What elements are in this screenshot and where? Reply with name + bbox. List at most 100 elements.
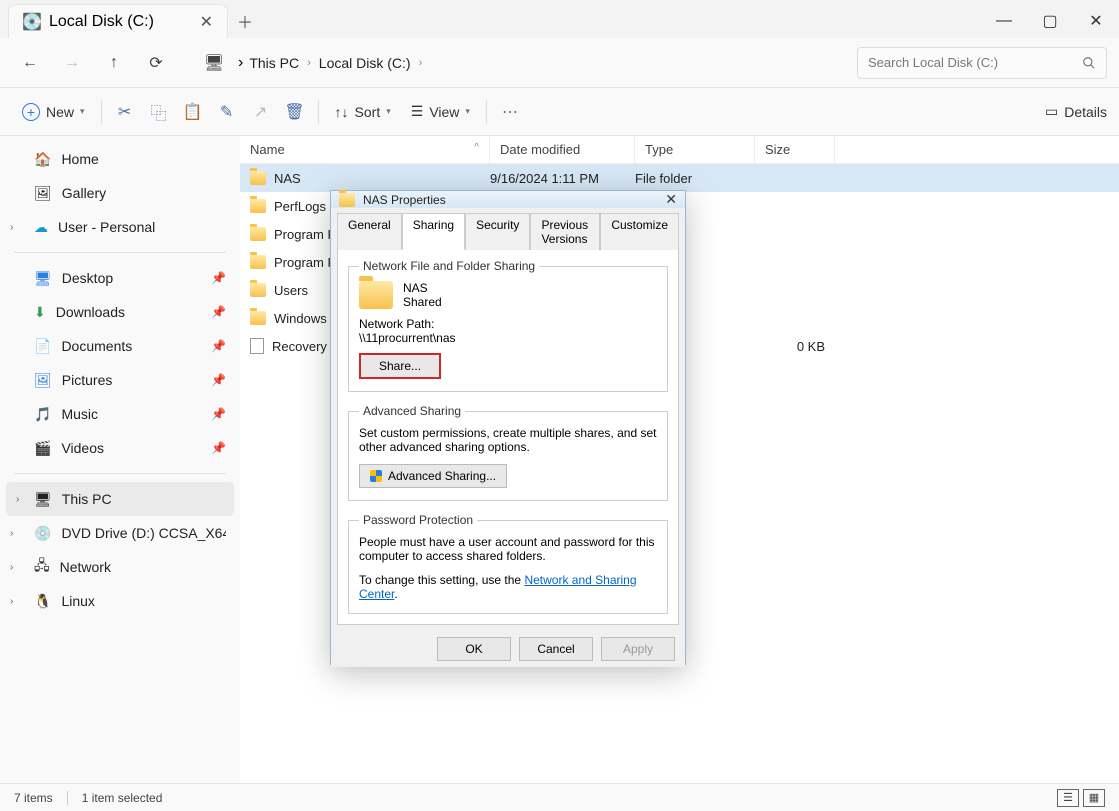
sidebar-desktop[interactable]: 🖥Desktop📌 (0, 261, 240, 295)
pin-icon[interactable]: 📌 (211, 373, 226, 387)
password-text: People must have a user account and pass… (359, 535, 657, 563)
documents-icon: 📄 (34, 338, 51, 355)
sidebar-dvd[interactable]: ›💿DVD Drive (D:) CCSA_X64FRE_EN- (0, 516, 240, 550)
pc-icon: 🖥 (34, 491, 52, 508)
share-name: NAS (403, 281, 442, 295)
file-type: File folder (635, 171, 755, 186)
chevron-right-icon[interactable]: › (10, 562, 13, 573)
chevron-right-icon[interactable]: › (10, 528, 13, 539)
folder-icon (250, 199, 266, 213)
paste-icon[interactable]: 📋 (176, 95, 210, 129)
view-details-icon[interactable]: ☰ (1057, 789, 1079, 807)
view-thumbnails-icon[interactable]: ▦ (1083, 789, 1105, 807)
status-bar: 7 items 1 item selected ☰ ▦ (0, 783, 1119, 811)
pictures-icon: 🖼 (34, 372, 52, 389)
pin-icon[interactable]: 📌 (211, 441, 226, 455)
chevron-right-icon[interactable]: › (307, 57, 311, 69)
dialog-title: NAS Properties (363, 193, 446, 207)
tab-security[interactable]: Security (465, 213, 530, 250)
sort-button[interactable]: ↑↓ Sort▾ (325, 95, 401, 129)
share-icon[interactable]: ↗ (244, 95, 278, 129)
col-type[interactable]: Type (635, 136, 755, 163)
cut-icon[interactable]: ✂ (108, 95, 142, 129)
tab-previous-versions[interactable]: Previous Versions (530, 213, 600, 250)
sidebar-user[interactable]: ›☁User - Personal (0, 210, 240, 244)
new-button[interactable]: +New▾ (12, 95, 95, 129)
window-controls: — ▢ ✕ (981, 4, 1119, 38)
crumb-thispc[interactable]: This PC (249, 55, 299, 71)
pin-icon[interactable]: 📌 (211, 339, 226, 353)
folder-icon (250, 255, 266, 269)
up-button[interactable]: ↑ (96, 45, 132, 81)
pc-icon[interactable]: 🖥 (196, 45, 232, 81)
sidebar-thispc[interactable]: ›🖥This PC (6, 482, 234, 516)
file-name: Program F (274, 227, 335, 242)
sidebar-pictures[interactable]: 🖼Pictures📌 (0, 363, 240, 397)
sidebar-home[interactable]: 🏠Home (0, 142, 240, 176)
dialog-titlebar[interactable]: NAS Properties ✕ (331, 191, 685, 208)
downloads-icon: ⬇ (34, 304, 46, 321)
apply-button[interactable]: Apply (601, 637, 675, 661)
col-date[interactable]: Date modified (490, 136, 635, 163)
new-tab-button[interactable]: ＋ (228, 4, 262, 38)
search-input[interactable]: Search Local Disk (C:) (857, 47, 1107, 79)
sidebar-linux[interactable]: ›🐧Linux (0, 584, 240, 618)
chevron-right-icon[interactable]: › (10, 596, 13, 607)
file-size: 0 KB (755, 339, 825, 354)
sidebar-downloads[interactable]: ⬇Downloads📌 (0, 295, 240, 329)
ok-button[interactable]: OK (437, 637, 511, 661)
details-pane-button[interactable]: ▭ Details (1045, 103, 1107, 120)
selection-count: 1 item selected (82, 791, 163, 805)
chevron-right-icon[interactable]: › (238, 54, 243, 72)
pin-icon[interactable]: 📌 (211, 271, 226, 285)
network-icon: 🖧 (34, 555, 50, 579)
password-protection-group: Password Protection People must have a u… (348, 513, 668, 614)
tab-sharing[interactable]: Sharing (402, 213, 465, 250)
search-placeholder: Search Local Disk (C:) (868, 55, 998, 70)
sidebar-documents[interactable]: 📄Documents📌 (0, 329, 240, 363)
sidebar-network[interactable]: ›🖧Network (0, 550, 240, 584)
search-icon (1082, 56, 1096, 70)
pin-icon[interactable]: 📌 (211, 305, 226, 319)
table-row[interactable]: NAS9/16/2024 1:11 PMFile folder (240, 164, 1119, 192)
pin-icon[interactable]: 📌 (211, 407, 226, 421)
cancel-button[interactable]: Cancel (519, 637, 593, 661)
file-name: Users (274, 283, 308, 298)
more-icon[interactable]: ⋯ (493, 95, 527, 129)
chevron-right-icon[interactable]: › (419, 57, 423, 69)
sidebar-videos[interactable]: 🎬Videos📌 (0, 431, 240, 465)
sidebar-music[interactable]: 🎵Music📌 (0, 397, 240, 431)
onedrive-icon: ☁ (34, 219, 48, 236)
dvd-icon: 💿 (34, 525, 51, 542)
folder-icon (250, 227, 266, 241)
crumb-drive[interactable]: Local Disk (C:) (319, 55, 411, 71)
back-button[interactable]: ← (12, 45, 48, 81)
view-button[interactable]: ☰ View▾ (401, 95, 480, 129)
chevron-right-icon[interactable]: › (16, 494, 19, 505)
item-count: 7 items (14, 791, 53, 805)
delete-icon[interactable]: 🗑 (278, 95, 312, 129)
tab-customize[interactable]: Customize (600, 213, 679, 250)
refresh-button[interactable]: ⟳ (138, 45, 174, 81)
close-button[interactable]: ✕ (1073, 4, 1119, 38)
rename-icon[interactable]: ✎ (210, 95, 244, 129)
details-icon: ▭ (1045, 103, 1058, 120)
tab-title: Local Disk (C:) (49, 13, 154, 31)
col-size[interactable]: Size (755, 136, 835, 163)
window-tab[interactable]: 💽 Local Disk (C:) ✕ (8, 4, 228, 38)
breadcrumb: This PC › Local Disk (C:) › (249, 55, 422, 71)
file-icon (250, 338, 264, 354)
sidebar-gallery[interactable]: 🖼Gallery (0, 176, 240, 210)
share-button[interactable]: Share... (359, 353, 441, 379)
advanced-sharing-button[interactable]: Advanced Sharing... (359, 464, 507, 488)
chevron-right-icon[interactable]: › (10, 222, 13, 233)
dialog-close-button[interactable]: ✕ (665, 191, 677, 208)
tab-close-icon[interactable]: ✕ (200, 12, 213, 32)
tab-general[interactable]: General (337, 213, 402, 250)
forward-button[interactable]: → (54, 45, 90, 81)
maximize-button[interactable]: ▢ (1027, 4, 1073, 38)
minimize-button[interactable]: — (981, 4, 1027, 38)
advanced-sharing-group: Advanced Sharing Set custom permissions,… (348, 404, 668, 501)
col-name[interactable]: Name ^ (240, 136, 490, 163)
copy-icon[interactable]: ⿻ (142, 95, 176, 129)
